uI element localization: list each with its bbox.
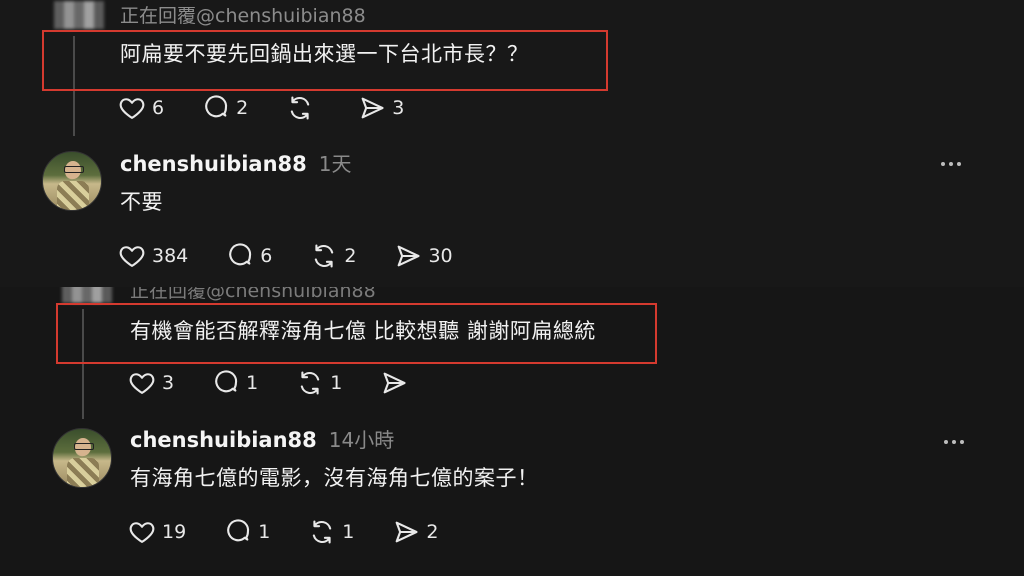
replying-to-label: 正在回覆@chenshuibian88 — [130, 287, 376, 302]
like-button[interactable]: 3 — [128, 369, 174, 397]
answer-text: 有海角七億的電影，沒有海角七億的案子！ — [130, 466, 539, 490]
like-button[interactable]: 6 — [118, 94, 164, 122]
share-button[interactable]: 3 — [358, 94, 404, 122]
comment-button[interactable]: 6 — [226, 242, 272, 270]
heart-icon — [128, 518, 156, 546]
comment-count: 2 — [236, 96, 249, 119]
avatar[interactable] — [52, 428, 112, 488]
share-button[interactable]: 2 — [392, 518, 438, 546]
username[interactable]: chenshuibian88 — [130, 428, 317, 452]
answer-text: 不要 — [120, 190, 163, 214]
repost-button[interactable]: 2 — [310, 242, 356, 270]
comment-count: 1 — [258, 520, 271, 543]
blurred-avatar — [62, 287, 112, 303]
author-row: chenshuibian88 14小時 — [130, 424, 394, 453]
answer-action-bar: 19 1 1 2 — [128, 518, 476, 546]
share-icon — [392, 518, 420, 546]
like-count: 19 — [162, 520, 187, 543]
share-count: 30 — [428, 244, 453, 267]
share-count: 2 — [426, 520, 439, 543]
comment-icon — [212, 369, 240, 397]
comment-button[interactable]: 2 — [202, 94, 248, 122]
more-icon[interactable] — [941, 162, 961, 166]
repost-button[interactable] — [286, 94, 320, 122]
replying-to-label: 正在回覆@chenshuibian88 — [120, 5, 366, 27]
reply-action-bar: 6 2 3 — [118, 94, 442, 122]
heart-icon — [118, 242, 146, 270]
repost-icon — [296, 369, 324, 397]
repost-count: 1 — [342, 520, 355, 543]
share-count: 3 — [392, 96, 405, 119]
bottom-screenshot-panel: 正在回覆@chenshuibian88 有機會能否解釋海角七億 比較想聽 謝謝阿… — [0, 287, 1024, 576]
repost-icon — [286, 94, 314, 122]
like-button[interactable]: 384 — [118, 242, 188, 270]
repost-button[interactable]: 1 — [296, 369, 342, 397]
comment-count: 1 — [246, 371, 259, 394]
reply-text: 阿扁要不要先回鍋出來選一下台北市長？？ — [120, 42, 529, 66]
share-button[interactable] — [380, 369, 414, 397]
repost-icon — [310, 242, 338, 270]
share-button[interactable]: 30 — [394, 242, 453, 270]
more-icon[interactable] — [944, 440, 964, 444]
reply-action-bar: 3 1 1 — [128, 369, 452, 397]
like-button[interactable]: 19 — [128, 518, 186, 546]
comment-button[interactable]: 1 — [224, 518, 270, 546]
repost-count: 2 — [344, 244, 357, 267]
top-screenshot-panel: 正在回覆@chenshuibian88 阿扁要不要先回鍋出來選一下台北市長？？ … — [0, 0, 1024, 287]
author-row: chenshuibian88 1天 — [120, 148, 352, 177]
comment-icon — [224, 518, 252, 546]
blurred-avatar — [54, 1, 104, 29]
timestamp: 14小時 — [328, 428, 395, 452]
repost-count: 1 — [330, 371, 343, 394]
comment-count: 6 — [260, 244, 273, 267]
share-icon — [380, 369, 408, 397]
username[interactable]: chenshuibian88 — [120, 152, 307, 176]
heart-icon — [118, 94, 146, 122]
like-count: 3 — [162, 371, 175, 394]
avatar[interactable] — [42, 151, 102, 211]
comment-icon — [226, 242, 254, 270]
like-count: 6 — [152, 96, 165, 119]
heart-icon — [128, 369, 156, 397]
timestamp: 1天 — [318, 152, 352, 176]
repost-button[interactable]: 1 — [308, 518, 354, 546]
comment-button[interactable]: 1 — [212, 369, 258, 397]
like-count: 384 — [152, 244, 189, 267]
comment-icon — [202, 94, 230, 122]
answer-action-bar: 384 6 2 30 — [118, 242, 491, 270]
share-icon — [394, 242, 422, 270]
repost-icon — [308, 518, 336, 546]
reply-text: 有機會能否解釋海角七億 比較想聽 謝謝阿扁總統 — [130, 319, 596, 343]
share-icon — [358, 94, 386, 122]
